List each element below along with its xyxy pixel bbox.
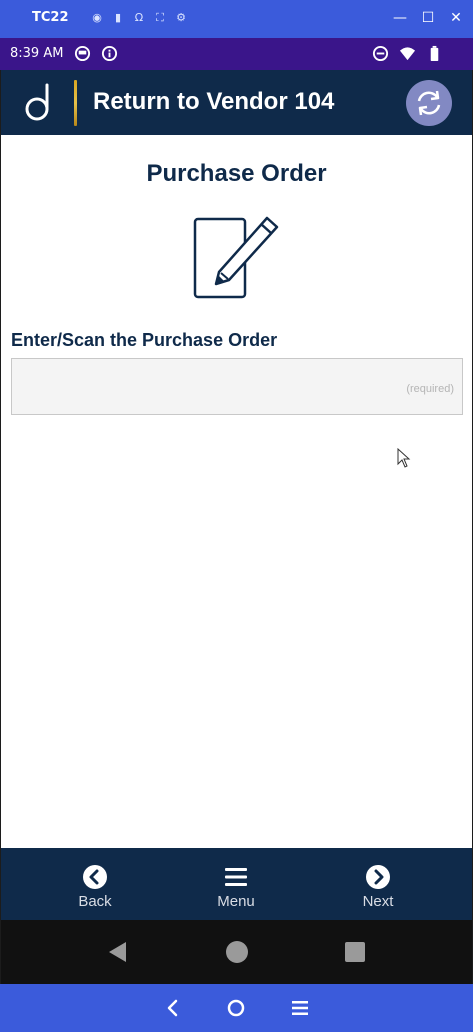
maximize-icon[interactable]: ☐ — [421, 9, 435, 27]
page-title: Purchase Order — [146, 160, 327, 187]
fullscreen-icon[interactable]: ⛶ — [153, 11, 167, 25]
bottom-nav: Back Menu Next — [1, 848, 472, 920]
refresh-icon — [417, 90, 441, 116]
purchase-order-input[interactable] — [11, 358, 463, 415]
next-circle-icon — [366, 865, 390, 889]
app-title: Return to Vendor 104 — [93, 88, 335, 115]
window-controls: — ☐ ✕ — [393, 9, 463, 27]
document-edit-icon — [193, 216, 279, 299]
back-circle-icon — [83, 865, 107, 889]
next-button[interactable]: Next — [323, 848, 433, 920]
home-circle-icon[interactable] — [225, 940, 249, 964]
notification-app-icon — [74, 45, 91, 62]
menu-button[interactable]: Menu — [181, 848, 291, 920]
minimize-icon[interactable]: — — [393, 9, 407, 27]
wifi-icon — [399, 47, 416, 61]
app-logo-icon — [25, 83, 49, 121]
info-icon — [101, 45, 118, 62]
emulator-title-bar: TC22 ◉ ▮ Ω ⛶ ⚙ — ☐ ✕ — [0, 0, 473, 38]
po-field-label: Enter/Scan the Purchase Order — [11, 330, 278, 350]
circle-icon[interactable] — [226, 998, 246, 1018]
close-icon[interactable]: ✕ — [449, 9, 463, 27]
camera-icon[interactable]: ◉ — [90, 11, 104, 25]
mouse-cursor-icon — [397, 448, 411, 468]
status-time: 8:39 AM — [10, 46, 64, 61]
emulator-toolbar: ◉ ▮ Ω ⛶ ⚙ — [90, 11, 188, 25]
emulator-nav-bar — [0, 984, 473, 1032]
headset-icon[interactable]: Ω — [132, 11, 146, 25]
next-label: Next — [362, 893, 394, 910]
refresh-button[interactable] — [406, 80, 452, 126]
hamburger-menu-icon — [225, 868, 247, 886]
back-button[interactable]: Back — [40, 848, 150, 920]
window-title: TC22 — [32, 10, 69, 25]
do-not-disturb-icon — [372, 45, 389, 62]
android-nav-bar — [1, 920, 472, 984]
hamburger-icon[interactable] — [290, 998, 310, 1018]
status-bar: 8:39 AM — [0, 38, 473, 70]
app-header: Return to Vendor 104 — [1, 70, 472, 135]
main-content: Purchase Order Enter/Scan the Purchase O… — [1, 135, 472, 848]
back-label: Back — [78, 893, 112, 910]
back-triangle-icon[interactable] — [106, 940, 130, 964]
battery-icon — [430, 45, 439, 62]
status-icons-left — [74, 45, 118, 62]
recents-square-icon[interactable] — [343, 940, 367, 964]
video-icon[interactable]: ▮ — [111, 11, 125, 25]
logo-divider — [74, 80, 77, 126]
menu-label: Menu — [217, 893, 255, 910]
chevron-left-icon[interactable] — [163, 998, 183, 1018]
status-icons-right — [372, 45, 443, 62]
settings-icon[interactable]: ⚙ — [174, 11, 188, 25]
